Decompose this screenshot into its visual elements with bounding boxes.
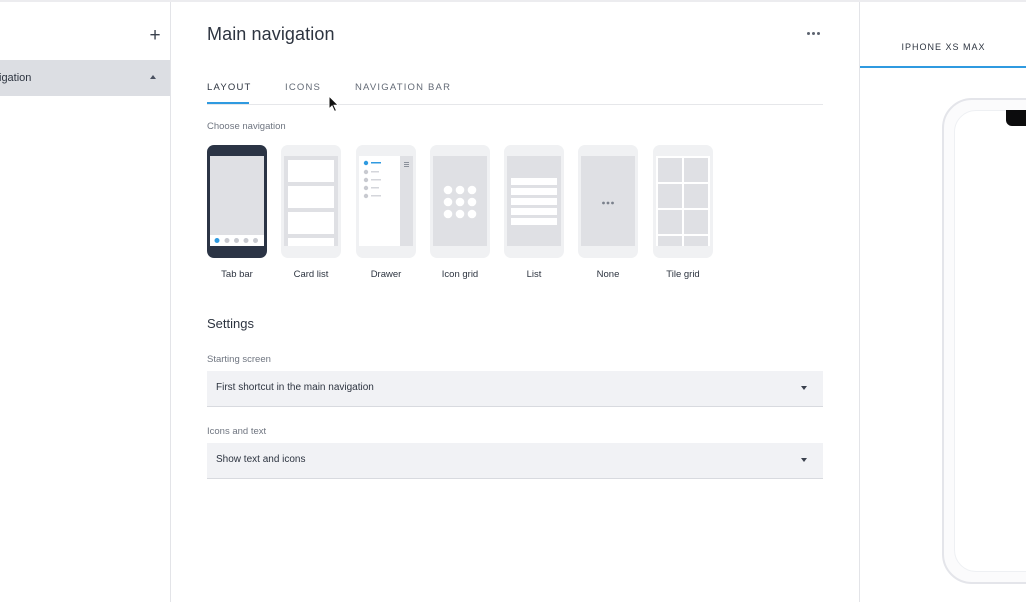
sidebar-item-main-navigation[interactable]: igation [0, 60, 170, 96]
phone-notch [1006, 110, 1026, 126]
nav-option-list[interactable] [504, 145, 564, 258]
nav-option-tab-bar[interactable] [207, 145, 267, 258]
list-thumbnail-icon [507, 156, 561, 246]
icons-and-text-select[interactable]: Show text and icons [207, 443, 823, 479]
starting-screen-value: First shortcut in the main navigation [216, 382, 374, 393]
nav-option-card-list[interactable] [281, 145, 341, 258]
nav-option-none[interactable] [578, 145, 638, 258]
choose-navigation-label: Choose navigation [207, 121, 286, 132]
nav-option-label: Icon grid [441, 269, 479, 280]
starting-screen-select[interactable]: First shortcut in the main navigation [207, 371, 823, 407]
sidebar: + igation [0, 2, 171, 602]
active-tab-indicator [207, 102, 249, 104]
nav-option-label: List [526, 269, 542, 280]
nav-option-label: Drawer [370, 269, 402, 280]
nav-option-label: Tile grid [666, 269, 700, 280]
none-thumbnail-icon [581, 156, 635, 246]
nav-option-drawer[interactable] [356, 145, 416, 258]
add-icon[interactable]: + [146, 26, 164, 46]
tab-navigation-bar[interactable]: NAVIGATION BAR [355, 82, 451, 93]
phone-screen [954, 110, 1026, 572]
chevron-down-icon [801, 458, 807, 462]
nav-option-label: Card list [293, 269, 329, 280]
tile-grid-thumbnail-icon [656, 156, 710, 246]
icons-and-text-label: Icons and text [207, 426, 267, 437]
phone-frame [942, 98, 1026, 584]
nav-option-label: None [596, 269, 620, 280]
tab-layout[interactable]: LAYOUT [207, 82, 252, 93]
tab-iphone-xs-max[interactable]: IPHONE XS MAX [860, 42, 1026, 52]
chevron-down-icon [801, 386, 807, 390]
active-device-indicator [860, 66, 1026, 68]
mouse-pointer-icon [328, 95, 340, 113]
icons-and-text-value: Show text and icons [216, 454, 306, 465]
card-list-thumbnail-icon [284, 156, 338, 246]
nav-option-label: Tab bar [221, 269, 253, 280]
icon-grid-thumbnail-icon [433, 156, 487, 246]
nav-option-tile-grid[interactable] [653, 145, 713, 258]
tab-icons[interactable]: ICONS [285, 82, 321, 93]
starting-screen-label: Starting screen [207, 354, 271, 365]
page-title: Main navigation [207, 24, 335, 44]
tab-bar: LAYOUT ICONS NAVIGATION BAR [207, 80, 823, 105]
chevron-up-icon[interactable] [150, 75, 156, 79]
device-preview-panel: IPHONE XS MAX [859, 2, 1026, 602]
main-panel: Main navigation LAYOUT ICONS NAVIGATION … [171, 2, 859, 602]
more-options-icon[interactable] [807, 32, 820, 35]
sidebar-item-label: igation [0, 72, 32, 84]
nav-option-icon-grid[interactable] [430, 145, 490, 258]
settings-heading: Settings [207, 316, 254, 331]
drawer-thumbnail-icon [359, 156, 413, 246]
tab-bar-thumbnail-icon [210, 156, 264, 246]
